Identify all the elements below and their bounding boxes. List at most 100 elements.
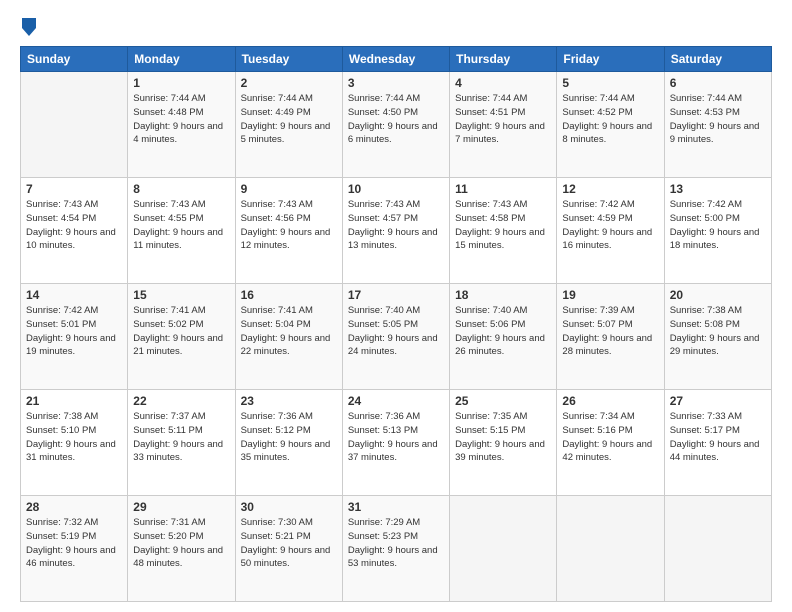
sunrise-label: Sunrise: 7:29 AM	[348, 517, 420, 528]
sunset-label: Sunset: 4:52 PM	[562, 107, 632, 118]
daylight-label: Daylight: 9 hours and 26 minutes.	[455, 333, 545, 358]
day-info: Sunrise: 7:34 AM Sunset: 5:16 PM Dayligh…	[562, 410, 658, 465]
weekday-header: Friday	[557, 47, 664, 72]
sunrise-label: Sunrise: 7:44 AM	[241, 93, 313, 104]
day-number: 13	[670, 182, 766, 196]
sunrise-label: Sunrise: 7:42 AM	[26, 305, 98, 316]
day-number: 31	[348, 500, 444, 514]
day-info: Sunrise: 7:44 AM Sunset: 4:50 PM Dayligh…	[348, 92, 444, 147]
day-info: Sunrise: 7:37 AM Sunset: 5:11 PM Dayligh…	[133, 410, 229, 465]
daylight-label: Daylight: 9 hours and 13 minutes.	[348, 227, 438, 252]
day-info: Sunrise: 7:30 AM Sunset: 5:21 PM Dayligh…	[241, 516, 337, 571]
day-info: Sunrise: 7:40 AM Sunset: 5:05 PM Dayligh…	[348, 304, 444, 359]
calendar-cell: 2 Sunrise: 7:44 AM Sunset: 4:49 PM Dayli…	[235, 72, 342, 178]
day-info: Sunrise: 7:35 AM Sunset: 5:15 PM Dayligh…	[455, 410, 551, 465]
calendar-cell: 17 Sunrise: 7:40 AM Sunset: 5:05 PM Dayl…	[342, 284, 449, 390]
calendar-week-row: 21 Sunrise: 7:38 AM Sunset: 5:10 PM Dayl…	[21, 390, 772, 496]
day-number: 8	[133, 182, 229, 196]
sunset-label: Sunset: 5:21 PM	[241, 531, 311, 542]
daylight-label: Daylight: 9 hours and 15 minutes.	[455, 227, 545, 252]
day-number: 14	[26, 288, 122, 302]
daylight-label: Daylight: 9 hours and 33 minutes.	[133, 439, 223, 464]
weekday-header: Saturday	[664, 47, 771, 72]
sunset-label: Sunset: 4:49 PM	[241, 107, 311, 118]
day-info: Sunrise: 7:42 AM Sunset: 5:01 PM Dayligh…	[26, 304, 122, 359]
day-number: 3	[348, 76, 444, 90]
sunrise-label: Sunrise: 7:43 AM	[241, 199, 313, 210]
calendar-cell: 4 Sunrise: 7:44 AM Sunset: 4:51 PM Dayli…	[450, 72, 557, 178]
day-number: 7	[26, 182, 122, 196]
page: SundayMondayTuesdayWednesdayThursdayFrid…	[0, 0, 792, 612]
daylight-label: Daylight: 9 hours and 12 minutes.	[241, 227, 331, 252]
calendar-cell	[557, 496, 664, 602]
calendar-cell	[664, 496, 771, 602]
sunrise-label: Sunrise: 7:36 AM	[241, 411, 313, 422]
day-number: 15	[133, 288, 229, 302]
day-info: Sunrise: 7:44 AM Sunset: 4:48 PM Dayligh…	[133, 92, 229, 147]
calendar-cell: 29 Sunrise: 7:31 AM Sunset: 5:20 PM Dayl…	[128, 496, 235, 602]
day-number: 11	[455, 182, 551, 196]
calendar-cell: 20 Sunrise: 7:38 AM Sunset: 5:08 PM Dayl…	[664, 284, 771, 390]
calendar-cell: 30 Sunrise: 7:30 AM Sunset: 5:21 PM Dayl…	[235, 496, 342, 602]
daylight-label: Daylight: 9 hours and 37 minutes.	[348, 439, 438, 464]
day-number: 18	[455, 288, 551, 302]
calendar-cell	[450, 496, 557, 602]
day-number: 2	[241, 76, 337, 90]
day-number: 22	[133, 394, 229, 408]
sunset-label: Sunset: 5:01 PM	[26, 319, 96, 330]
sunset-label: Sunset: 4:57 PM	[348, 213, 418, 224]
daylight-label: Daylight: 9 hours and 9 minutes.	[670, 121, 760, 146]
calendar-cell: 15 Sunrise: 7:41 AM Sunset: 5:02 PM Dayl…	[128, 284, 235, 390]
weekday-header: Tuesday	[235, 47, 342, 72]
day-number: 28	[26, 500, 122, 514]
weekday-header: Wednesday	[342, 47, 449, 72]
daylight-label: Daylight: 9 hours and 10 minutes.	[26, 227, 116, 252]
sunset-label: Sunset: 5:20 PM	[133, 531, 203, 542]
day-info: Sunrise: 7:29 AM Sunset: 5:23 PM Dayligh…	[348, 516, 444, 571]
sunset-label: Sunset: 5:04 PM	[241, 319, 311, 330]
daylight-label: Daylight: 9 hours and 16 minutes.	[562, 227, 652, 252]
calendar-cell: 1 Sunrise: 7:44 AM Sunset: 4:48 PM Dayli…	[128, 72, 235, 178]
sunrise-label: Sunrise: 7:42 AM	[562, 199, 634, 210]
sunrise-label: Sunrise: 7:44 AM	[562, 93, 634, 104]
day-number: 1	[133, 76, 229, 90]
daylight-label: Daylight: 9 hours and 28 minutes.	[562, 333, 652, 358]
daylight-label: Daylight: 9 hours and 24 minutes.	[348, 333, 438, 358]
calendar-cell: 10 Sunrise: 7:43 AM Sunset: 4:57 PM Dayl…	[342, 178, 449, 284]
day-info: Sunrise: 7:43 AM Sunset: 4:57 PM Dayligh…	[348, 198, 444, 253]
sunrise-label: Sunrise: 7:44 AM	[348, 93, 420, 104]
calendar-week-row: 7 Sunrise: 7:43 AM Sunset: 4:54 PM Dayli…	[21, 178, 772, 284]
day-number: 12	[562, 182, 658, 196]
daylight-label: Daylight: 9 hours and 48 minutes.	[133, 545, 223, 570]
day-info: Sunrise: 7:43 AM Sunset: 4:56 PM Dayligh…	[241, 198, 337, 253]
calendar-cell: 3 Sunrise: 7:44 AM Sunset: 4:50 PM Dayli…	[342, 72, 449, 178]
calendar-week-row: 1 Sunrise: 7:44 AM Sunset: 4:48 PM Dayli…	[21, 72, 772, 178]
day-number: 17	[348, 288, 444, 302]
day-info: Sunrise: 7:44 AM Sunset: 4:53 PM Dayligh…	[670, 92, 766, 147]
sunset-label: Sunset: 5:07 PM	[562, 319, 632, 330]
sunrise-label: Sunrise: 7:44 AM	[455, 93, 527, 104]
calendar-week-row: 14 Sunrise: 7:42 AM Sunset: 5:01 PM Dayl…	[21, 284, 772, 390]
sunrise-label: Sunrise: 7:41 AM	[241, 305, 313, 316]
calendar-cell: 26 Sunrise: 7:34 AM Sunset: 5:16 PM Dayl…	[557, 390, 664, 496]
sunset-label: Sunset: 4:55 PM	[133, 213, 203, 224]
day-info: Sunrise: 7:42 AM Sunset: 4:59 PM Dayligh…	[562, 198, 658, 253]
calendar-cell: 25 Sunrise: 7:35 AM Sunset: 5:15 PM Dayl…	[450, 390, 557, 496]
sunset-label: Sunset: 5:05 PM	[348, 319, 418, 330]
sunrise-label: Sunrise: 7:39 AM	[562, 305, 634, 316]
day-info: Sunrise: 7:31 AM Sunset: 5:20 PM Dayligh…	[133, 516, 229, 571]
sunrise-label: Sunrise: 7:34 AM	[562, 411, 634, 422]
calendar-cell: 7 Sunrise: 7:43 AM Sunset: 4:54 PM Dayli…	[21, 178, 128, 284]
daylight-label: Daylight: 9 hours and 29 minutes.	[670, 333, 760, 358]
day-number: 6	[670, 76, 766, 90]
calendar-cell: 21 Sunrise: 7:38 AM Sunset: 5:10 PM Dayl…	[21, 390, 128, 496]
sunrise-label: Sunrise: 7:43 AM	[348, 199, 420, 210]
sunset-label: Sunset: 5:16 PM	[562, 425, 632, 436]
calendar-cell: 13 Sunrise: 7:42 AM Sunset: 5:00 PM Dayl…	[664, 178, 771, 284]
day-info: Sunrise: 7:44 AM Sunset: 4:52 PM Dayligh…	[562, 92, 658, 147]
day-number: 24	[348, 394, 444, 408]
weekday-header: Sunday	[21, 47, 128, 72]
sunrise-label: Sunrise: 7:33 AM	[670, 411, 742, 422]
calendar-cell: 16 Sunrise: 7:41 AM Sunset: 5:04 PM Dayl…	[235, 284, 342, 390]
day-number: 5	[562, 76, 658, 90]
